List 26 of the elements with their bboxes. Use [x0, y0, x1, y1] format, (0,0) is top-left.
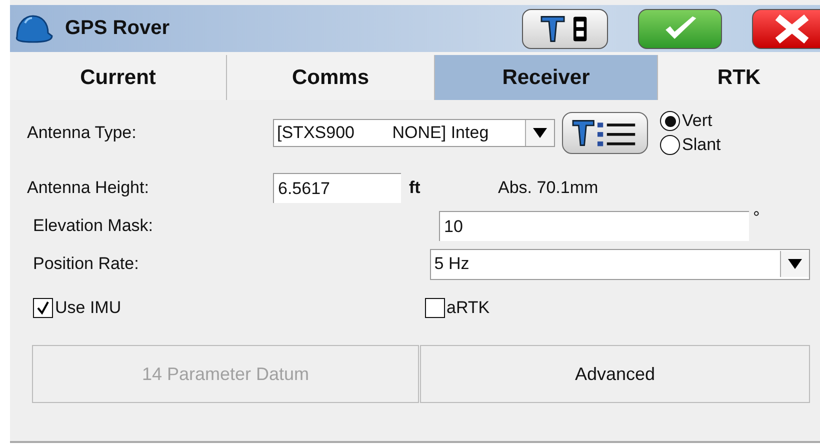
hard-hat-icon — [13, 12, 53, 44]
antenna-type-dropdown[interactable]: [STXS900 NONE] Integ — [273, 119, 555, 147]
dropdown-arrow-icon — [788, 259, 802, 269]
antenna-button[interactable] — [522, 8, 608, 48]
dropdown-arrow-icon — [533, 128, 547, 138]
window-title: GPS Rover — [65, 17, 170, 40]
field-label: Antenna Type: — [27, 123, 138, 143]
position-rate-dropdown[interactable]: 5 Hz — [430, 248, 810, 280]
unit-label: ° — [753, 208, 760, 228]
field-label: Position Rate: — [32, 254, 140, 274]
check-icon — [35, 300, 51, 316]
field-label: Antenna Height: — [27, 178, 150, 198]
close-button[interactable] — [752, 8, 820, 48]
checkbox-option[interactable]: Use IMU — [27, 298, 418, 318]
antenna-list-button[interactable] — [562, 112, 648, 154]
action-button[interactable]: Advanced — [420, 345, 810, 403]
absolute-height-text: Abs. 70.1mm — [498, 178, 598, 198]
unit-label: ft — [409, 178, 422, 198]
field-label: Elevation Mask: — [32, 216, 154, 236]
antenna-height-field[interactable]: 6.5617 — [273, 173, 401, 203]
confirm-button[interactable] — [638, 8, 722, 48]
elevation-mask-field[interactable]: 10 — [439, 211, 749, 241]
radio-option[interactable]: Slant — [660, 135, 721, 155]
checkbox-option[interactable]: aRTK — [418, 298, 810, 318]
radio-option[interactable]: Vert — [660, 111, 721, 131]
tab[interactable]: Receiver — [435, 55, 658, 100]
